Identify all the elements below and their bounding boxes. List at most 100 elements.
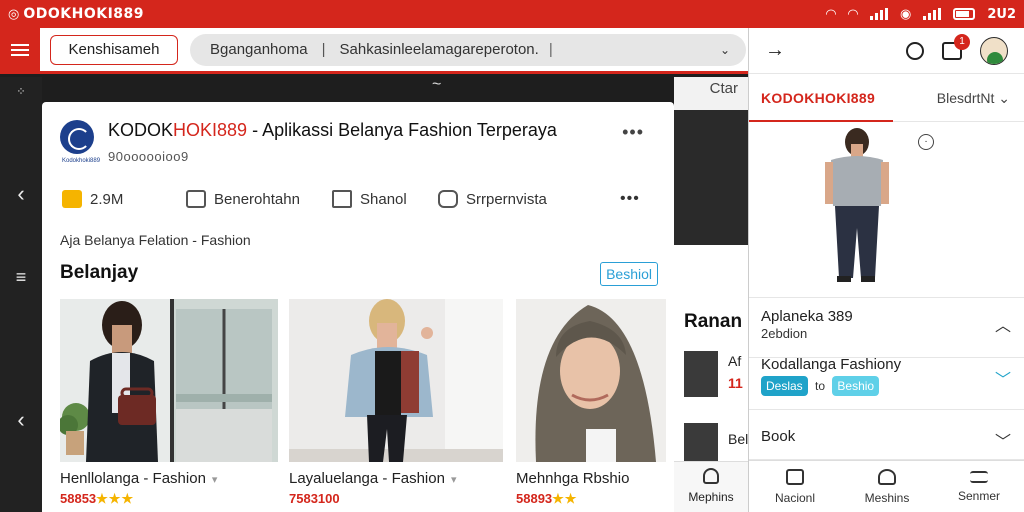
- location-icon: ◉: [900, 6, 912, 22]
- chevron-down-icon-3[interactable]: ﹀: [995, 428, 1011, 452]
- section-title: Belanjay: [60, 262, 139, 283]
- post-title-prefix: KODOK: [108, 120, 174, 140]
- nav-people-label: Meshins: [864, 491, 910, 505]
- search-cursor: |: [548, 41, 553, 58]
- wifi-icon-2: ◠: [848, 6, 858, 22]
- background-tab-label: Ctar: [709, 80, 738, 97]
- save-button[interactable]: Benerohtahn: [186, 190, 300, 208]
- left-rail: ⁘ ‹ ≡ ‹: [0, 77, 42, 512]
- product-price-2: 7583100: [289, 491, 340, 506]
- product-price-3: 58893: [516, 491, 553, 506]
- chevron-left-icon-2[interactable]: ‹: [0, 407, 42, 433]
- accordion-3[interactable]: Book ﹀: [749, 410, 1024, 460]
- product-card-3[interactable]: Mehnhga Rbshio 58893★★: [516, 299, 666, 507]
- post-title-accent: HOKI889: [173, 120, 248, 140]
- brand-logo[interactable]: Kodokhoki889: [60, 120, 100, 164]
- cart-icon[interactable]: 1: [942, 33, 970, 60]
- comment-button[interactable]: Srrpernvista: [438, 190, 547, 208]
- home-icon: [786, 469, 804, 485]
- search-icon[interactable]: [906, 41, 924, 60]
- like-count: 2.9M: [90, 190, 124, 208]
- panel-hero-image[interactable]: ·: [749, 122, 1024, 298]
- background-panel: [674, 110, 748, 245]
- post-title-rest: - Aplikassi Belanya Fashion Terperaya: [247, 120, 557, 140]
- background-strip: [42, 77, 748, 102]
- info-icon[interactable]: ·: [918, 134, 934, 150]
- signal-icon: [870, 8, 888, 20]
- like-button[interactable]: 2.9M: [62, 190, 123, 208]
- nav-item-list[interactable]: Senmer: [933, 461, 1024, 512]
- chevron-down-icon: ⌄: [998, 90, 1010, 106]
- post-title[interactable]: KODOKHOKI889 - Aplikassi Belanya Fashion…: [108, 120, 557, 141]
- product-name-1: Henllolanga - Fashion: [60, 470, 206, 487]
- secondary-nav-label: Mephins: [688, 490, 734, 504]
- secondary-item-2-name: Bel: [728, 431, 749, 447]
- product-card-2[interactable]: Layaluelanga - Fashion ▾ 7583100: [289, 299, 503, 506]
- bottom-nav: Nacionl Meshins Senmer: [749, 460, 1024, 512]
- product-image-2[interactable]: [289, 299, 503, 462]
- product-name-2: Layaluelanga - Fashion: [289, 470, 445, 487]
- post-header: Kodokhoki889 KODOKHOKI889 - Aplikassi Be…: [60, 120, 557, 164]
- more-options-icon[interactable]: •••: [622, 122, 644, 143]
- product-stars-3: ★★: [552, 491, 578, 506]
- accordion-2[interactable]: Kodallanga Fashiony Deslas to Beshio ﹀: [749, 356, 1024, 410]
- nav-item-home[interactable]: Nacionl: [749, 461, 841, 512]
- post-card: Kodokhoki889 KODOKHOKI889 - Aplikassi Be…: [42, 102, 674, 512]
- frog-logo-icon: [60, 120, 94, 154]
- product-stars-1: ★★★: [96, 491, 135, 506]
- arrow-right-icon[interactable]: →: [765, 39, 785, 62]
- status-brand: ODOKHOKI889: [23, 6, 145, 22]
- post-actions: 2.9M Benerohtahn Shanol Srrpernvista •••: [62, 186, 662, 212]
- status-icons: ◠ ◠ ◉ 2U2: [826, 7, 1016, 22]
- nav-list-label: Senmer: [957, 489, 1001, 503]
- right-panel: → 1 KODOKHOKI889 BlesdrtNt ⌄ · Aplaneka …: [748, 28, 1024, 512]
- search-part-2: Sahkasinleelamagareperoton.: [339, 41, 539, 58]
- status-clock: 2U2: [987, 6, 1016, 22]
- post-subtitle: 90oooooioo9: [108, 149, 189, 164]
- product-image-1[interactable]: [60, 299, 278, 462]
- pull-handle-icon[interactable]: ~: [432, 76, 441, 94]
- document-icon: [186, 190, 206, 208]
- share-label: Shanol: [360, 190, 407, 208]
- nav-home-label: Nacionl: [774, 491, 816, 505]
- panel-toolbar: → 1: [749, 28, 1024, 74]
- app-title-button[interactable]: Kenshisameh: [50, 34, 178, 65]
- hamburger-menu-icon[interactable]: [0, 26, 40, 73]
- product-name-3: Mehnhga Rbshio: [516, 470, 630, 487]
- section-badge[interactable]: Beshiol: [600, 262, 658, 286]
- nav-item-people[interactable]: Meshins: [841, 461, 933, 512]
- accordion-1[interactable]: Aplaneka 389 2ebdion ︿: [749, 298, 1024, 358]
- secondary-nav-item[interactable]: Mephins: [674, 461, 748, 512]
- chevron-down-icon[interactable]: ⌄: [720, 43, 730, 57]
- chevron-up-icon[interactable]: ︿: [995, 312, 1011, 336]
- product-image-3[interactable]: [516, 299, 666, 462]
- secondary-thumb-1[interactable]: [684, 351, 718, 397]
- product-price-1: 58853: [60, 491, 97, 506]
- accordion-2-chips: Deslas to Beshio: [761, 376, 880, 396]
- logo-tagline: Kodokhoki889: [62, 158, 101, 164]
- list-icon: [970, 471, 988, 483]
- avatar[interactable]: [980, 36, 1008, 65]
- share-button[interactable]: Shanol: [332, 190, 407, 208]
- chip-separator: to: [815, 379, 826, 393]
- search-input[interactable]: Bganganhoma | Sahkasinleelamagareperoton…: [190, 33, 746, 66]
- menu-icon[interactable]: ≡: [0, 267, 42, 288]
- people-icon: [878, 469, 896, 485]
- search-separator: |: [321, 41, 326, 58]
- tab-other[interactable]: BlesdrtNt ⌄: [937, 90, 1010, 107]
- chevron-down-icon-2[interactable]: ﹀: [995, 366, 1011, 390]
- tab-brand[interactable]: KODOKHOKI889: [761, 90, 875, 106]
- brand-logo-icon: ◎: [8, 6, 20, 22]
- signal-icon-2: [923, 8, 942, 20]
- cart-count: 1: [954, 33, 970, 50]
- like-icon: [62, 190, 82, 208]
- rail-dots-icon: ⁘: [16, 86, 26, 98]
- more-actions-icon[interactable]: •••: [620, 190, 640, 208]
- chip-deslas[interactable]: Deslas: [761, 376, 808, 396]
- chevron-left-icon[interactable]: ‹: [0, 181, 42, 207]
- background-tab: Ctar: [674, 77, 748, 110]
- chip-beshio[interactable]: Beshio: [832, 376, 880, 396]
- comment-icon: [438, 190, 458, 208]
- battery-icon: [953, 8, 976, 20]
- product-card-1[interactable]: Henllolanga - Fashion ▾ 58853★★★: [60, 299, 278, 507]
